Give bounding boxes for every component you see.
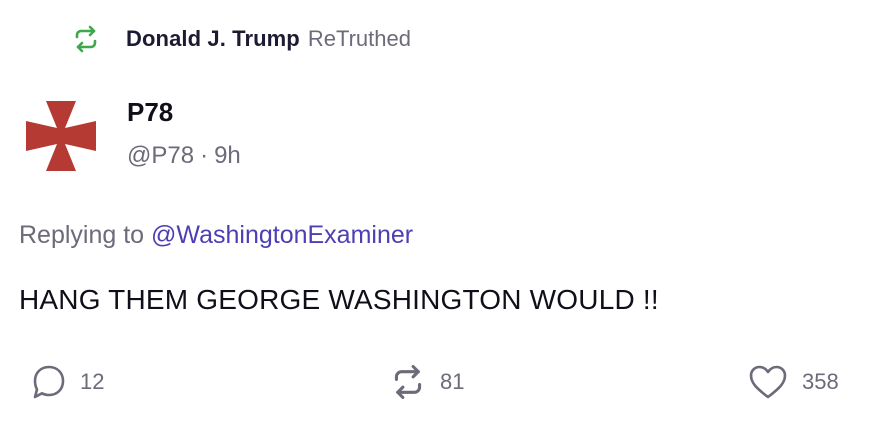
retruth-label: ReTruthed — [307, 26, 411, 51]
reply-icon — [32, 364, 66, 400]
like-button[interactable]: 358 — [748, 362, 839, 402]
truth-post: Donald J. Trump ReTruthed P78 @P78 · 9h Re… — [0, 0, 882, 440]
author-info: P78 @P78 · 9h — [127, 94, 241, 172]
author-meta: @P78 · 9h — [127, 140, 241, 172]
author-name[interactable]: P78 — [127, 94, 241, 130]
post-time[interactable]: 9h — [214, 142, 241, 169]
author-handle[interactable]: @P78 — [127, 142, 194, 169]
avatar[interactable] — [24, 99, 98, 173]
reply-button[interactable]: 12 — [32, 362, 104, 402]
retruth-button[interactable]: 81 — [390, 362, 464, 402]
reply-count: 12 — [80, 369, 105, 394]
replying-to: Replying to @WashingtonExaminer — [19, 218, 413, 252]
replying-to-prefix: Replying to — [19, 221, 145, 249]
meta-separator: · — [200, 142, 209, 169]
replying-to-handle[interactable]: @WashingtonExaminer — [151, 221, 413, 249]
retruth-user-link[interactable]: Donald J. Trump — [126, 26, 300, 52]
like-count: 358 — [802, 369, 839, 394]
retruth-count: 81 — [440, 369, 465, 394]
post-text: HANG THEM GEORGE WASHINGTON WOULD !! — [19, 284, 659, 315]
retruth-icon — [72, 25, 100, 53]
retruth-header: Donald J. Trump ReTruthed — [72, 24, 411, 54]
retruth-icon — [390, 364, 426, 400]
heart-icon — [748, 364, 788, 400]
